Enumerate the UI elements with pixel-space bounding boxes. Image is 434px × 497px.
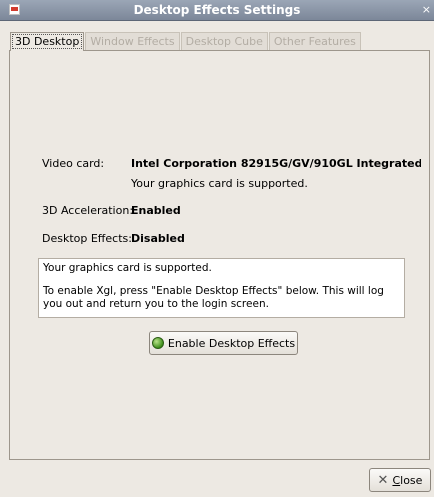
tab-bar: 3D Desktop Window Effects Desktop Cube O… [10, 32, 362, 51]
tab-desktop-cube[interactable]: Desktop Cube [180, 32, 268, 50]
video-card-value: Intel Corporation 82915G/GV/910GL Integr… [131, 157, 421, 170]
close-x-icon: ✕ [377, 472, 389, 488]
tab-other-features[interactable]: Other Features [268, 32, 361, 50]
enable-button-label: Enable Desktop Effects [167, 336, 296, 350]
acceleration-label: 3D Acceleration: [42, 204, 134, 217]
tab-window-effects[interactable]: Window Effects [85, 32, 180, 50]
enable-desktop-effects-button[interactable]: Enable Desktop Effects [149, 331, 298, 355]
info-text-box: Your graphics card is supported. To enab… [38, 258, 405, 318]
close-button-label: Close [392, 473, 423, 487]
video-card-label: Video card: [42, 157, 105, 170]
info-line-supported: Your graphics card is supported. [43, 262, 212, 274]
green-ball-icon [151, 337, 164, 349]
info-line-instructions: To enable Xgl, press "Enable Desktop Eff… [43, 285, 384, 310]
video-card-status: Your graphics card is supported. [131, 177, 308, 190]
title-bar[interactable]: Desktop Effects Settings × [0, 0, 434, 21]
acceleration-value: Enabled [131, 204, 181, 217]
tab-panel [9, 50, 430, 460]
window-close-icon[interactable]: × [422, 3, 431, 17]
close-button[interactable]: ✕ Close [369, 468, 431, 492]
tab-3d-desktop[interactable]: 3D Desktop [10, 32, 85, 51]
window-title: Desktop Effects Settings [133, 3, 301, 17]
desktop-effects-value: Disabled [131, 232, 185, 245]
desktop-effects-label: Desktop Effects: [42, 232, 132, 245]
